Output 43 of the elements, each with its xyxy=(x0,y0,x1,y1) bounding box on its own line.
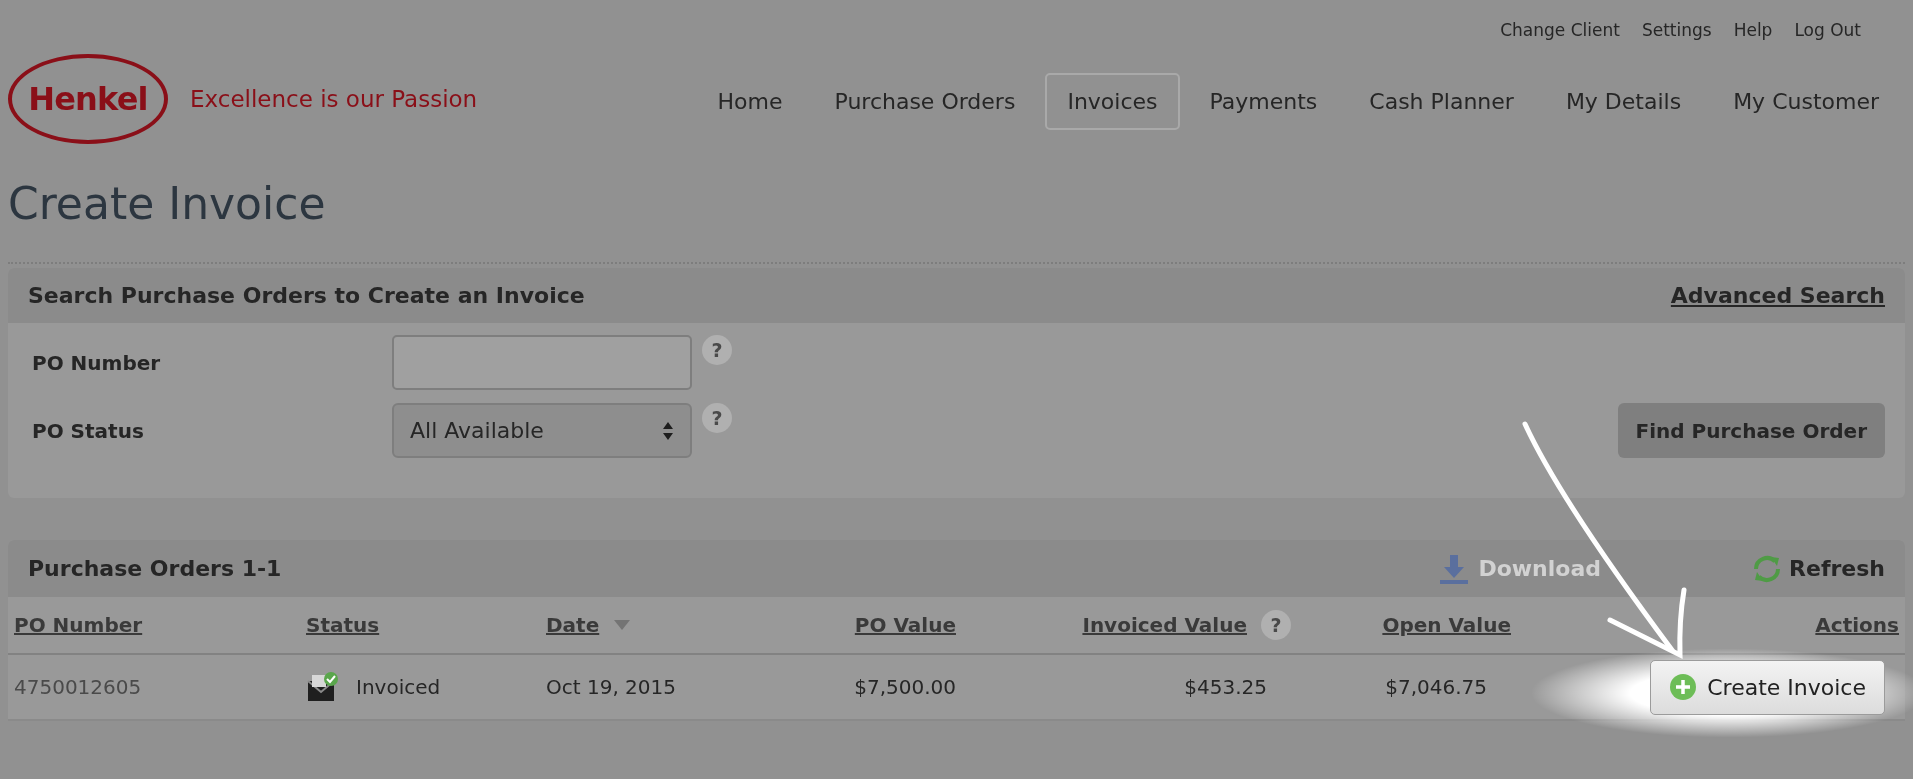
header-link[interactable]: Settings xyxy=(1641,18,1712,44)
header-link[interactable]: Change Client xyxy=(1500,18,1620,44)
header-link[interactable]: Help xyxy=(1733,18,1773,44)
table-cell-text: Oct 19, 2015 xyxy=(546,674,677,701)
column-header[interactable]: Actions xyxy=(1815,610,1899,640)
panel-title: Search Purchase Orders to Create an Invoice xyxy=(28,282,585,310)
advanced-search-link[interactable]: Advanced Search xyxy=(1670,279,1885,312)
logo: Henkel xyxy=(8,54,168,144)
column-header[interactable]: Status xyxy=(306,610,380,640)
page-title: Create Invoice xyxy=(7,177,327,231)
column-header[interactable]: PO Value xyxy=(854,610,956,640)
nav-tab[interactable]: Invoices xyxy=(1045,73,1180,130)
find-purchase-order-button[interactable]: Find Purchase Order xyxy=(1617,403,1885,458)
column-header[interactable]: Date xyxy=(546,610,600,640)
panel-title: Purchase Orders 1-1 xyxy=(28,555,283,583)
plus-icon xyxy=(1669,673,1698,701)
nav-tab[interactable]: My Customer xyxy=(1711,73,1901,130)
help-icon[interactable]: ? xyxy=(702,335,732,365)
nav-tab[interactable]: Payments xyxy=(1187,73,1340,130)
logo-tagline: Excellence is our Passion xyxy=(190,84,478,114)
table-cell-text: 4750012605 xyxy=(14,674,143,701)
select-field[interactable]: All Available xyxy=(392,403,692,458)
table-cell-text: $7,046.75 xyxy=(1384,674,1488,701)
table-cell-text: $453.25 xyxy=(1183,674,1268,701)
header-link[interactable]: Log Out xyxy=(1794,18,1861,44)
download-icon xyxy=(1438,552,1471,585)
column-header[interactable]: Open Value xyxy=(1382,610,1511,640)
table-cell-text: Invoiced xyxy=(356,674,441,701)
envelope-check-icon xyxy=(306,671,340,703)
create-invoice-button[interactable]: Create Invoice xyxy=(1650,659,1885,715)
nav-tab[interactable]: Purchase Orders xyxy=(812,73,1038,130)
input-field[interactable] xyxy=(392,335,692,390)
help-icon[interactable]: ? xyxy=(1261,610,1291,640)
refresh-link[interactable]: Refresh xyxy=(1751,552,1885,585)
nav-tab[interactable]: Home xyxy=(695,73,805,130)
column-header[interactable]: PO Number xyxy=(14,610,143,640)
column-header[interactable]: Invoiced Value xyxy=(1082,610,1247,640)
nav-tab[interactable]: My Details xyxy=(1543,73,1704,130)
help-icon[interactable]: ? xyxy=(702,403,732,433)
table-cell-text: $7,500.00 xyxy=(853,674,956,701)
field-label: PO Status xyxy=(32,417,145,445)
field-label: PO Number xyxy=(32,349,162,377)
nav-tab[interactable]: Cash Planner xyxy=(1347,73,1536,130)
